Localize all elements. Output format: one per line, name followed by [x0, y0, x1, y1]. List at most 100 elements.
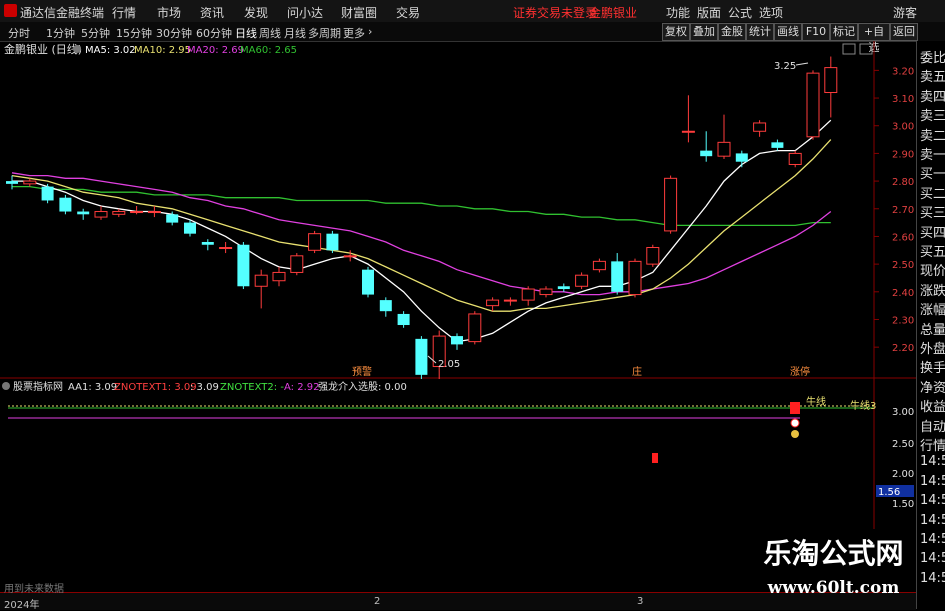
candle[interactable] [237, 241, 250, 290]
candle[interactable] [592, 258, 606, 273]
period-tab-multi[interactable]: 多周期 [308, 25, 341, 41]
side-panel-item[interactable]: 14:5 [920, 493, 945, 508]
menu-item-market[interactable]: 行情 [112, 4, 136, 21]
candle[interactable] [468, 311, 482, 345]
candle[interactable] [41, 183, 54, 204]
add-watchlist-button[interactable]: +自选 [858, 23, 890, 54]
candle[interactable] [77, 208, 90, 220]
candle[interactable] [432, 330, 446, 379]
side-panel-item[interactable]: 收益 [920, 396, 945, 415]
restore-icon[interactable] [859, 43, 873, 55]
candle[interactable] [521, 286, 535, 306]
side-panel-item[interactable]: 卖三 [920, 105, 945, 124]
period-tab-5min[interactable]: 5分钟 [81, 25, 110, 41]
candle[interactable] [290, 253, 304, 276]
candle[interactable] [147, 206, 161, 218]
candle[interactable] [219, 241, 233, 254]
period-tab-weekly[interactable]: 周线 [259, 25, 281, 41]
side-panel-item[interactable]: 14:5 [920, 513, 945, 528]
side-panel-item[interactable]: 卖四 [920, 86, 945, 105]
candle[interactable] [646, 244, 660, 267]
indicator-settings-icon[interactable] [2, 382, 10, 390]
period-tab-timeshare[interactable]: 分时 [8, 25, 30, 41]
f10-button[interactable]: F10 [802, 23, 830, 41]
candle[interactable] [664, 175, 678, 234]
side-panel-item[interactable]: 委比 [920, 47, 945, 66]
candle[interactable] [539, 286, 553, 298]
side-panel-item[interactable]: 买四 [920, 222, 945, 241]
candle[interactable] [788, 150, 802, 168]
candle[interactable] [735, 150, 748, 168]
more-arrow-icon[interactable]: › [368, 25, 372, 38]
zoom-icon[interactable] [842, 43, 856, 55]
candle[interactable] [130, 206, 144, 215]
period-tab-daily[interactable]: 日线 [235, 25, 257, 41]
period-tab-monthly[interactable]: 月线 [284, 25, 306, 41]
period-tab-15min[interactable]: 15分钟 [116, 25, 152, 41]
menu-item-function[interactable]: 功能 [666, 4, 690, 21]
side-panel-item[interactable]: 净资 [920, 377, 945, 396]
menu-item-options[interactable]: 选项 [759, 4, 783, 21]
side-panel-item[interactable]: 行情 [920, 435, 945, 454]
candle[interactable] [771, 139, 784, 151]
candle[interactable] [503, 297, 517, 306]
side-panel-item[interactable]: 卖五 [920, 66, 945, 85]
side-panel-item[interactable]: 14:5 [920, 474, 945, 489]
side-panel-item[interactable]: 买五 [920, 241, 945, 260]
menu-item-trade[interactable]: 交易 [396, 4, 420, 21]
side-panel-item[interactable]: 卖一 [920, 144, 945, 163]
candle[interactable] [753, 120, 767, 137]
login-status[interactable]: 证券交易未登录 [513, 4, 597, 21]
menu-item-layout[interactable]: 版面 [697, 4, 721, 21]
side-panel-item[interactable]: 外盘 [920, 338, 945, 357]
candle[interactable] [611, 253, 624, 295]
period-tab-1min[interactable]: 1分钟 [46, 25, 75, 41]
candlestick-chart[interactable]: 3.20 3.10 3.00 2.90 2.80 2.70 2.60 2.50 2.40 2.30… [0, 41, 916, 379]
side-panel-item[interactable]: 14:5 [920, 454, 945, 469]
candle[interactable] [681, 95, 695, 143]
candle[interactable] [6, 175, 18, 190]
statistics-button[interactable]: 统计 [746, 23, 774, 41]
menu-item-discover[interactable]: 发现 [244, 4, 268, 21]
side-panel-item[interactable]: 卖二 [920, 125, 945, 144]
settings-icon[interactable] [73, 45, 81, 53]
candle[interactable] [717, 114, 731, 159]
overlay-button[interactable]: 叠加 [690, 23, 718, 41]
gold-stock-button[interactable]: 金股 [718, 23, 746, 41]
period-tab-30min[interactable]: 30分钟 [156, 25, 192, 41]
draw-line-button[interactable]: 画线 [774, 23, 802, 41]
candle[interactable] [397, 311, 410, 328]
indicator-panel[interactable]: 股票指标网 AA1: 3.09 ZNOTEXT1: 3.09 : 3.09 ZN… [0, 379, 916, 529]
mark-button[interactable]: 标记 [830, 23, 858, 41]
candle[interactable] [575, 272, 589, 290]
adjust-button[interactable]: 复权 [662, 23, 690, 41]
indicator-name[interactable]: 股票指标网 [13, 380, 63, 393]
menu-item-exchange[interactable]: 市场 [157, 4, 181, 21]
candle[interactable] [379, 297, 392, 317]
period-tab-more[interactable]: 更多 [343, 25, 365, 41]
side-panel-item[interactable]: 现价 [920, 260, 945, 279]
menu-item-news[interactable]: 资讯 [200, 4, 224, 21]
back-button[interactable]: 返回 [890, 23, 918, 41]
candle[interactable] [824, 56, 838, 118]
menu-item-wealth[interactable]: 财富圈 [341, 4, 377, 21]
candle[interactable] [59, 194, 72, 215]
side-panel-item[interactable]: 涨幅 [920, 299, 945, 318]
guest-label[interactable]: 游客 [893, 4, 917, 21]
candle[interactable] [254, 269, 268, 309]
candle[interactable] [486, 297, 500, 312]
candle[interactable] [806, 70, 820, 140]
candle[interactable] [326, 230, 339, 254]
candle[interactable] [272, 266, 286, 287]
side-panel-item[interactable]: 总量 [920, 319, 945, 338]
menu-item-assistant[interactable]: 问小达 [287, 4, 323, 21]
side-panel-item[interactable]: 涨跌 [920, 280, 945, 299]
candle[interactable] [415, 336, 428, 379]
candle[interactable] [201, 239, 214, 251]
menu-item-formula[interactable]: 公式 [728, 4, 752, 21]
candle[interactable] [94, 206, 108, 220]
candle[interactable] [308, 230, 322, 254]
side-panel-item[interactable]: 买三 [920, 202, 945, 221]
side-panel-item[interactable]: 买二 [920, 183, 945, 202]
side-panel-item[interactable]: 换手 [920, 357, 945, 376]
